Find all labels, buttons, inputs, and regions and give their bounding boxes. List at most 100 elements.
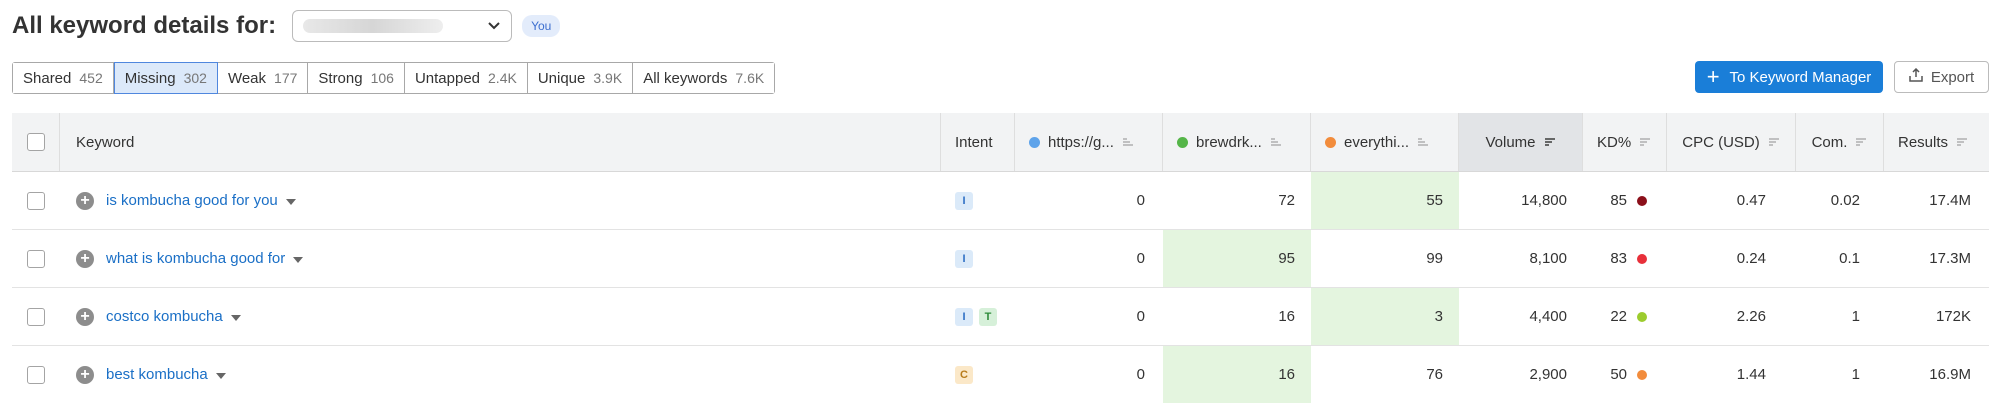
domain2-position: 95 <box>1163 230 1311 287</box>
tab-label: Weak <box>227 69 267 87</box>
domain2-position: 72 <box>1278 192 1295 209</box>
sort-icon[interactable] <box>1639 134 1651 151</box>
domain3-position: 3 <box>1311 288 1459 345</box>
kd-value: 22 <box>1610 308 1627 325</box>
select-all-cell <box>12 113 60 171</box>
tab-all-keywords[interactable]: All keywords 7.6K <box>633 63 775 93</box>
kd-dot <box>1637 369 1647 380</box>
filter-tabs: Shared 452 Missing 302 Weak 177 Strong 106 Untap… <box>12 62 776 94</box>
tab-unique[interactable]: Unique 3.9K <box>527 63 634 93</box>
plus-icon: + <box>1706 64 1720 89</box>
domain1-position: 0 <box>1136 192 1145 209</box>
add-keyword-icon[interactable]: + <box>76 307 94 326</box>
row-checkbox[interactable] <box>27 191 45 210</box>
col-intent: Intent <box>941 113 1015 171</box>
domain2-dot <box>1177 136 1188 148</box>
sort-icon[interactable] <box>1270 134 1282 151</box>
domain3-dot <box>1325 136 1336 148</box>
to-keyword-manager-button[interactable]: + To Keyword Manager <box>1695 61 1883 93</box>
col-results-label: Results <box>1898 133 1949 151</box>
results-cell: 17.3M <box>1929 250 1971 267</box>
kd-value: 85 <box>1610 192 1627 209</box>
domain-select[interactable] <box>292 10 513 42</box>
kd-cell: 22 <box>1583 288 1667 345</box>
domain3-position: 99 <box>1426 250 1443 267</box>
intent-badge: I <box>955 307 973 326</box>
caret-down-icon[interactable] <box>293 250 304 267</box>
add-keyword-icon[interactable]: + <box>76 365 94 384</box>
row-check-cell <box>12 172 60 229</box>
caret-down-icon[interactable] <box>230 308 241 325</box>
intent-cell: C <box>941 346 1015 403</box>
kd-cell: 85 <box>1583 172 1667 229</box>
blurred-domain <box>303 19 444 33</box>
caret-down-icon[interactable] <box>215 366 226 383</box>
row-check-cell <box>12 288 60 345</box>
sort-desc-icon[interactable] <box>1544 134 1556 151</box>
kd-cell: 83 <box>1583 230 1667 287</box>
cpc-cell: 2.26 <box>1736 308 1766 325</box>
kd-dot <box>1637 311 1647 322</box>
add-keyword-icon[interactable]: + <box>76 249 94 268</box>
com-cell: 1 <box>1851 308 1860 325</box>
col-intent-label: Intent <box>955 133 993 151</box>
intent-badge: I <box>955 191 973 210</box>
tab-label: Unique <box>537 69 586 87</box>
tab-shared[interactable]: Shared 452 <box>13 63 114 93</box>
row-check-cell <box>12 230 60 287</box>
tab-untapped[interactable]: Untapped 2.4K <box>404 63 528 93</box>
keyword-link[interactable]: best kombucha <box>106 366 208 383</box>
col-domain3[interactable]: everythi... <box>1311 113 1459 171</box>
col-com[interactable]: Com. <box>1796 113 1884 171</box>
tab-label: Missing <box>124 69 176 87</box>
sort-icon[interactable] <box>1768 134 1780 151</box>
intent-badge: T <box>979 307 997 326</box>
col-domain3-label: everythi... <box>1344 133 1410 151</box>
export-label: Export <box>1930 68 1975 86</box>
row-checkbox[interactable] <box>27 249 45 268</box>
sort-icon[interactable] <box>1417 134 1429 151</box>
tab-weak[interactable]: Weak 177 <box>217 63 309 93</box>
com-cell: 0.02 <box>1830 192 1860 209</box>
row-checkbox[interactable] <box>27 365 45 384</box>
keyword-link[interactable]: what is kombucha good for <box>106 250 285 267</box>
title-row: All keyword details for: You <box>12 10 561 42</box>
keyword-link[interactable]: is kombucha good for you <box>106 192 278 209</box>
col-results[interactable]: Results <box>1884 113 1989 171</box>
col-domain2[interactable]: brewdrk... <box>1163 113 1311 171</box>
table-row: + best kombucha C 0 16 76 2,900 50 1.44 1 16.9M <box>12 346 1989 403</box>
sort-icon[interactable] <box>1855 134 1867 151</box>
sort-icon[interactable] <box>1122 134 1134 151</box>
volume-cell: 4,400 <box>1529 308 1567 325</box>
tab-label: All keywords <box>643 69 728 87</box>
add-keyword-icon[interactable]: + <box>76 191 94 210</box>
caret-down-icon[interactable] <box>285 192 296 209</box>
you-badge: You <box>522 15 561 37</box>
tab-missing[interactable]: Missing 302 <box>113 62 218 94</box>
domain1-position: 0 <box>1136 366 1145 383</box>
col-keyword[interactable]: Keyword <box>60 113 941 171</box>
col-volume[interactable]: Volume <box>1459 113 1583 171</box>
row-checkbox[interactable] <box>27 307 45 326</box>
col-cpc[interactable]: CPC (USD) <box>1667 113 1796 171</box>
results-cell: 17.4M <box>1929 192 1971 209</box>
table-row: + is kombucha good for you I 0 72 55 14,800 85 0… <box>12 172 1989 230</box>
page-title: All keyword details for: <box>12 12 277 39</box>
tab-count: 106 <box>370 70 394 86</box>
select-all-checkbox[interactable] <box>26 133 45 151</box>
keyword-link[interactable]: costco kombucha <box>106 308 223 325</box>
col-volume-label: Volume <box>1485 133 1536 151</box>
col-domain1[interactable]: https://g... <box>1015 113 1163 171</box>
intent-badge: I <box>955 249 973 268</box>
tab-strong[interactable]: Strong 106 <box>308 63 405 93</box>
export-button[interactable]: Export <box>1894 61 1989 93</box>
sort-icon[interactable] <box>1956 134 1968 151</box>
tab-label: Untapped <box>414 69 481 87</box>
keyword-cell: + is kombucha good for you <box>60 172 941 229</box>
volume-cell: 8,100 <box>1529 250 1567 267</box>
keyword-cell: + costco kombucha <box>60 288 941 345</box>
domain3-position: 76 <box>1426 366 1443 383</box>
kd-cell: 50 <box>1583 346 1667 403</box>
com-cell: 0.1 <box>1839 250 1860 267</box>
col-kd[interactable]: KD% <box>1583 113 1667 171</box>
